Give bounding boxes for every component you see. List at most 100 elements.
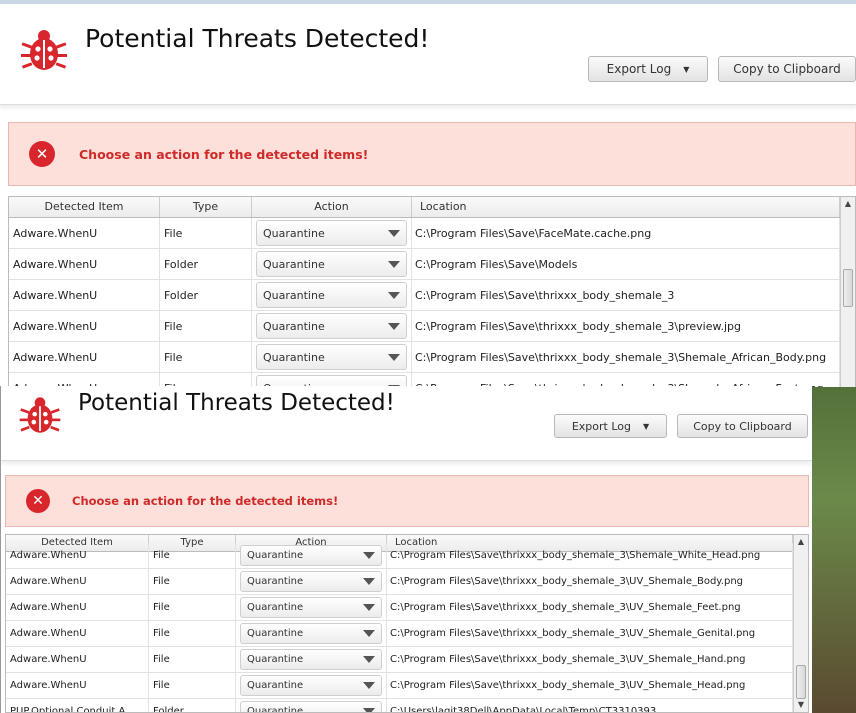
table-row[interactable]: Adware.WhenUFileQuarantineC:\Program Fil… <box>6 673 808 699</box>
location-cell: C:\Program Files\Save\FaceMate.cache.png <box>412 218 840 248</box>
detected-item-cell: Adware.WhenU <box>6 595 149 620</box>
export-log-button[interactable]: Export Log ▼ <box>554 414 667 438</box>
copy-to-clipboard-button[interactable]: Copy to Clipboard <box>677 414 808 438</box>
location-cell: C:\Program Files\Save\thrixxx_body_shema… <box>387 543 793 568</box>
action-select[interactable]: Quarantine <box>256 313 407 339</box>
alert-message: Choose an action for the detected items! <box>72 494 339 508</box>
error-circle-x-icon: ✕ <box>29 141 55 167</box>
location-cell: C:\Program Files\Save\thrixxx_body_shema… <box>387 673 793 698</box>
table-row[interactable]: Adware.WhenUFileQuarantineC:\Program Fil… <box>9 342 855 373</box>
chevron-down-icon <box>388 322 400 330</box>
detected-item-cell: PUP.Optional.Conduit.A <box>6 699 149 712</box>
chevron-down-icon: ▼ <box>683 64 690 74</box>
action-select-value: Quarantine <box>247 602 304 613</box>
type-cell: File <box>149 569 236 594</box>
action-cell: Quarantine <box>236 621 387 646</box>
location-cell: C:\Program Files\Save\thrixxx_body_shema… <box>412 311 840 341</box>
type-cell: File <box>160 218 252 248</box>
action-select[interactable]: Quarantine <box>256 344 407 370</box>
action-cell: Quarantine <box>252 249 412 279</box>
action-select[interactable]: Quarantine <box>240 545 382 566</box>
location-cell: C:\Program Files\Save\thrixxx_body_shema… <box>412 373 840 387</box>
detected-item-cell: Adware.WhenU <box>9 218 160 248</box>
table-row[interactable]: Adware.WhenUFileQuarantineC:\Program Fil… <box>6 569 808 595</box>
action-select[interactable]: Quarantine <box>240 597 382 618</box>
action-select[interactable]: Quarantine <box>240 649 382 670</box>
action-cell: Quarantine <box>252 280 412 310</box>
action-select-value: Quarantine <box>263 319 325 333</box>
table-row[interactable]: Adware.WhenUFileQuarantineC:\Program Fil… <box>6 647 808 673</box>
col-detected-item[interactable]: Detected Item <box>9 197 160 217</box>
action-cell: Quarantine <box>236 543 387 568</box>
action-select-value: Quarantine <box>263 226 325 240</box>
chevron-down-icon <box>388 353 400 361</box>
table-row[interactable]: Adware.WhenUFileQuarantineC:\Program Fil… <box>6 595 808 621</box>
table-row[interactable]: Adware.WhenUFileQuarantineC:\Program Fil… <box>6 621 808 647</box>
action-select-value: Quarantine <box>247 628 304 639</box>
chevron-down-icon <box>363 656 375 663</box>
export-log-button[interactable]: Export Log ▼ <box>588 56 708 82</box>
location-cell: C:\Users\lagit38Dell\AppData\Local\Temp\… <box>387 699 793 712</box>
action-cell: Quarantine <box>236 673 387 698</box>
action-select-value: Quarantine <box>247 680 304 691</box>
action-select[interactable]: Quarantine <box>256 282 407 308</box>
scroll-up-icon[interactable]: ▲ <box>794 535 808 549</box>
vertical-scrollbar[interactable]: ▲ <box>840 197 855 387</box>
chevron-down-icon <box>363 682 375 689</box>
detected-item-cell: Adware.WhenU <box>6 543 149 568</box>
vertical-scrollbar[interactable]: ▲ ▼ <box>793 535 808 712</box>
action-cell: Quarantine <box>252 311 412 341</box>
table-row[interactable]: Adware.WhenUFile Quarantine C:\Program Fil… <box>9 218 855 249</box>
action-select-value: Quarantine <box>247 550 304 561</box>
action-cell: Quarantine <box>236 595 387 620</box>
bug-icon <box>21 30 67 70</box>
chevron-down-icon <box>363 604 375 611</box>
bug-icon <box>19 397 61 433</box>
table-row[interactable]: PUP.Optional.Conduit.A Folder Quarantine C:… <box>6 699 808 712</box>
detected-item-cell: Adware.WhenU <box>9 280 160 310</box>
detected-item-cell: Adware.WhenU <box>9 342 160 372</box>
table-row[interactable]: Adware.WhenU Folder Quarantine C:\Program F… <box>9 249 855 280</box>
type-cell: File <box>149 673 236 698</box>
scrollbar-thumb[interactable] <box>843 269 853 307</box>
col-action[interactable]: Action <box>252 197 412 217</box>
col-location[interactable]: Location <box>412 197 840 217</box>
table-row[interactable]: Adware.WhenUFileQuarantineC:\Program Fil… <box>6 543 808 569</box>
table-row[interactable]: Adware.WhenUFileQuarantineC:\Program Fil… <box>9 311 855 342</box>
action-cell: Quarantine <box>252 218 412 248</box>
action-select[interactable]: Quarantine <box>240 675 382 696</box>
scan-results-window-back: Potential Threats Detected! Export Log ▼… <box>0 0 856 387</box>
location-cell: C:\Program Files\Save\thrixxx_body_shema… <box>387 621 793 646</box>
type-cell: File <box>149 647 236 672</box>
table-row[interactable]: Adware.WhenU Folder Quarantine C:\Program F… <box>9 280 855 311</box>
scrollbar-thumb[interactable] <box>796 665 806 699</box>
action-select[interactable]: Quarantine <box>256 220 407 246</box>
type-cell: Folder <box>149 699 236 712</box>
action-cell: Quarantine <box>252 373 412 387</box>
chevron-down-icon <box>363 708 375 712</box>
detected-item-cell: Adware.WhenU <box>9 311 160 341</box>
action-cell: Quarantine <box>236 699 387 712</box>
action-select-value: Quarantine <box>247 576 304 587</box>
copy-to-clipboard-button[interactable]: Copy to Clipboard <box>718 56 856 82</box>
action-select[interactable]: Quarantine <box>240 623 382 644</box>
alert-message: Choose an action for the detected items! <box>79 146 369 162</box>
alert-banner: ✕ Choose an action for the detected item… <box>8 122 856 186</box>
export-log-label: Export Log <box>606 62 672 76</box>
action-select[interactable]: Quarantine <box>240 571 382 592</box>
table-row[interactable]: Adware.WhenUFileQuarantineC:\Program Fil… <box>9 373 855 387</box>
chevron-down-icon <box>363 630 375 637</box>
scroll-down-icon[interactable]: ▼ <box>794 698 808 712</box>
action-select-value: Quarantine <box>263 350 325 364</box>
scroll-up-icon[interactable]: ▲ <box>841 197 855 211</box>
action-select[interactable]: Quarantine <box>240 701 382 712</box>
col-type[interactable]: Type <box>160 197 252 217</box>
chevron-down-icon <box>363 578 375 585</box>
type-cell: Folder <box>160 280 252 310</box>
type-cell: File <box>149 595 236 620</box>
action-select-value: Quarantine <box>247 654 304 665</box>
table-body: Adware.WhenU File Quarantine C:\Program Fil… <box>6 543 808 712</box>
action-select-value: Quarantine <box>263 257 325 271</box>
type-cell: File <box>160 373 252 387</box>
action-select[interactable]: Quarantine <box>256 251 407 277</box>
